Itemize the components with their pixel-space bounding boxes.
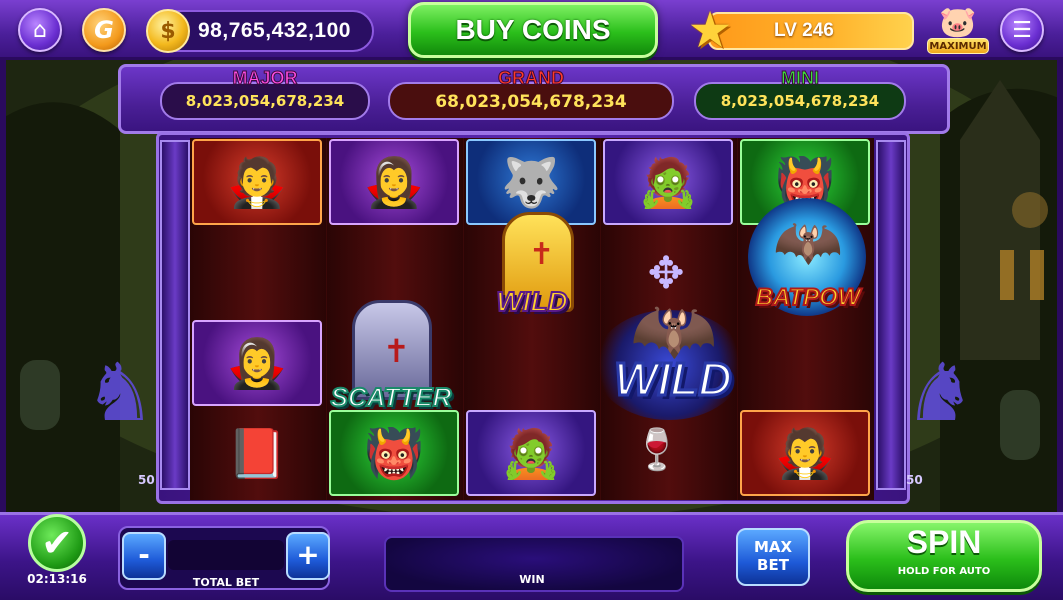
- increase-bet-button[interactable]: +: [286, 532, 330, 580]
- home-button[interactable]: ⌂: [18, 8, 62, 52]
- coin-icon: $: [146, 9, 190, 53]
- hamburger-menu-icon: ☰: [1012, 17, 1032, 43]
- star-icon: ★: [687, 1, 733, 59]
- max-bet-line1: MAX: [753, 538, 793, 556]
- troll-symbol: 👹: [329, 410, 459, 496]
- vampire-girl-symbol: 🧛‍♀️: [329, 139, 459, 225]
- grand-jackpot-value: 68,023,054,678,234: [435, 92, 627, 112]
- werewolf-icon: 🐺: [501, 154, 561, 211]
- golden-bat-icon: 🦇: [773, 210, 843, 275]
- piggy-bank-icon[interactable]: 🐷: [936, 4, 980, 40]
- win-value: [404, 542, 664, 568]
- right-edge: [1057, 60, 1063, 512]
- total-bet-value: [168, 540, 284, 570]
- vampire-symbol: 🧛: [192, 139, 322, 225]
- max-bet-line2: BET: [757, 556, 789, 574]
- scatter-label: SCATTER: [330, 381, 453, 413]
- vampire-icon: 🧛: [775, 425, 835, 482]
- vampire-girl-symbol: 🧛‍♀️: [192, 320, 322, 406]
- batpow-label: BATPOW: [755, 283, 862, 312]
- bonus-timer: 02:13:16: [27, 572, 87, 586]
- daily-bonus-button[interactable]: ✔: [28, 514, 86, 572]
- cross-icon: ✝: [529, 237, 555, 272]
- right-gargoyle-icon: ♞: [904, 346, 976, 439]
- mini-jackpot-value: 8,023,054,678,234: [720, 92, 880, 110]
- mummy-icon: 🧟: [638, 154, 698, 211]
- g-logo-icon: G: [94, 16, 114, 44]
- vampire-symbol: 🧛: [740, 410, 870, 496]
- troll-icon: 👹: [364, 425, 424, 482]
- buy-coins-button[interactable]: BUY COINS: [408, 2, 658, 58]
- vampire-girl-icon: 🧛‍♀️: [364, 154, 424, 211]
- spin-label: SPIN: [906, 524, 982, 560]
- mummy-symbol: 🧟: [466, 410, 596, 496]
- slot-game-screen: ⌂ G $ 98,765,432,100 BUY COINS ★ LV 246 …: [0, 0, 1063, 600]
- coin-balance: 98,765,432,100: [198, 19, 351, 42]
- wild-small-label: WILD: [495, 285, 569, 318]
- left-edge: [0, 60, 6, 512]
- piggy-maximum-badge: MAXIMUM: [927, 38, 989, 54]
- grand-jackpot-label: GRAND: [498, 68, 565, 89]
- goblet-icon: 🍷: [632, 427, 682, 473]
- bat-icon: 🦇: [630, 289, 718, 371]
- max-bet-button[interactable]: MAX BET: [736, 528, 810, 586]
- mummy-icon: 🧟: [501, 425, 561, 482]
- decrease-bet-button[interactable]: -: [122, 532, 166, 580]
- profile-button[interactable]: G: [82, 8, 126, 52]
- major-jackpot-label: MAJOR: [232, 68, 298, 89]
- major-jackpot-value: 8,023,054,678,234: [185, 92, 345, 110]
- wild-big-label: WILD: [613, 352, 734, 407]
- spin-hold-for-auto-label: HOLD FOR AUTO: [897, 566, 991, 577]
- mummy-symbol: 🧟: [603, 139, 733, 225]
- right-line-count: 50: [906, 473, 923, 487]
- left-line-count: 50: [138, 473, 155, 487]
- checkmark-icon: ✔: [41, 521, 73, 565]
- left-pillar: [160, 140, 190, 490]
- vampire-girl-icon: 🧛‍♀️: [227, 335, 287, 392]
- level-label: LV 246: [774, 20, 834, 41]
- total-bet-label: TOTAL BET: [192, 576, 260, 589]
- win-label: WIN: [519, 573, 545, 586]
- vampire-icon: 🧛: [227, 154, 287, 211]
- left-gargoyle-icon: ♞: [84, 346, 156, 439]
- menu-button[interactable]: ☰: [1000, 8, 1044, 52]
- home-icon: ⌂: [33, 17, 47, 43]
- cross-icon: ✝: [383, 332, 410, 370]
- spellbook-symbol: 📕: [192, 410, 322, 496]
- mini-jackpot-label: MINI: [781, 68, 820, 89]
- spellbook-icon: 📕: [227, 425, 287, 482]
